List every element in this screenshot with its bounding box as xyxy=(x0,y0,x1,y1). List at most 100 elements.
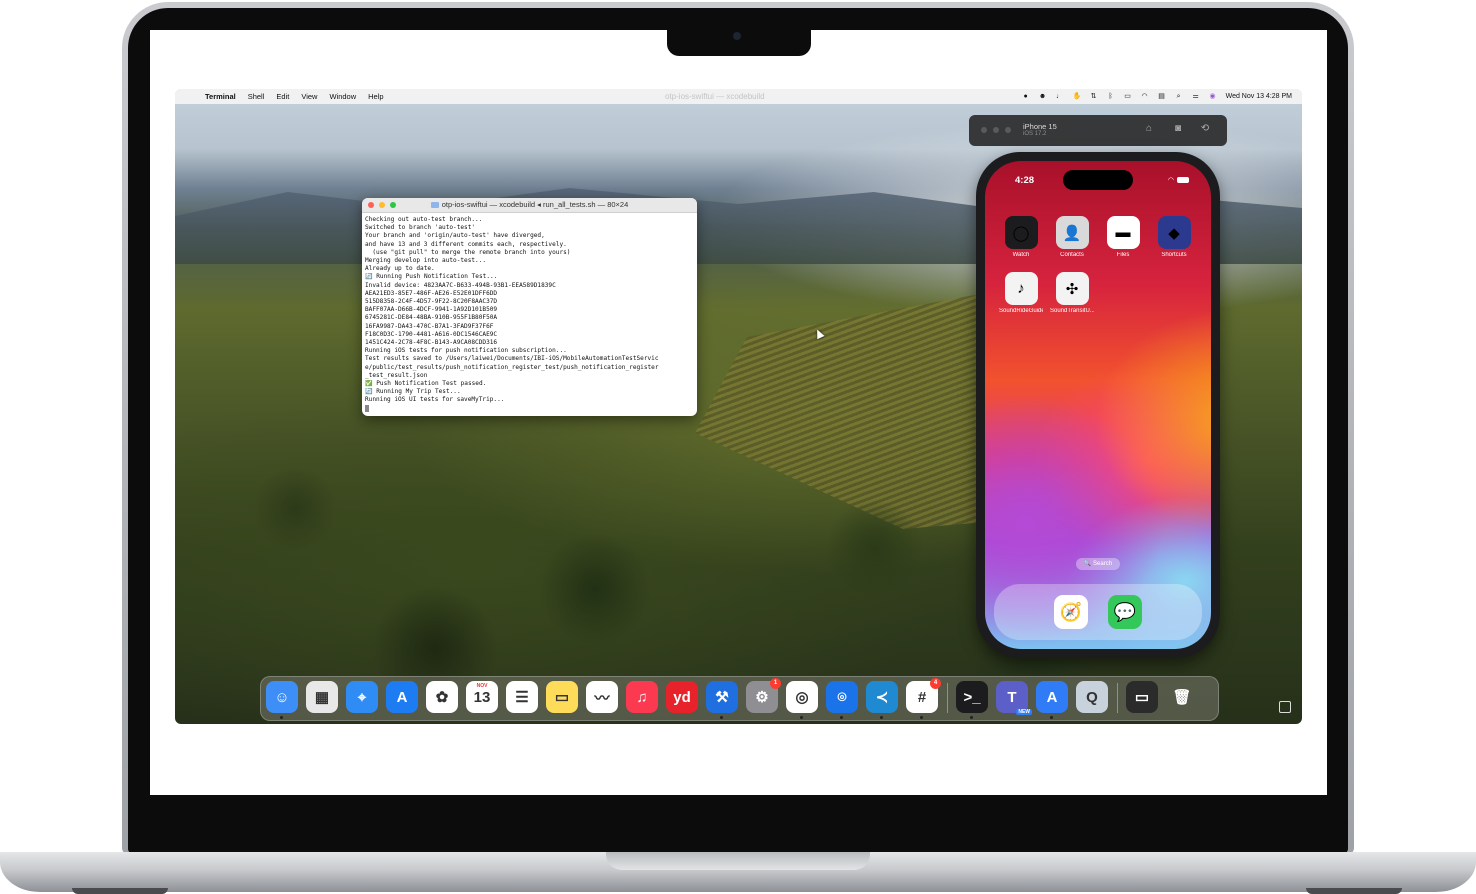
notification-badge: 1 xyxy=(770,678,781,689)
messages-icon[interactable]: 💬 xyxy=(1108,595,1142,629)
app-store-icon[interactable]: A xyxy=(386,681,418,713)
iphone-home-screen[interactable]: 4:28 ◠ ◯ Watch 👤 Contacts ▬ Files ◆ Shortcuts ♪ S… xyxy=(985,161,1211,649)
menu-edit[interactable]: Edit xyxy=(276,92,289,101)
youdao-icon[interactable]: yd xyxy=(666,681,698,713)
menu-view[interactable]: View xyxy=(301,92,317,101)
keyboard-icon[interactable]: ▤ xyxy=(1158,93,1166,101)
battery-icon xyxy=(1177,177,1189,184)
rotate-icon[interactable]: ⟲ xyxy=(1199,123,1211,135)
bluetooth-icon[interactable]: ᛒ xyxy=(1107,93,1115,101)
safari-icon[interactable]: ⌖ xyxy=(346,681,378,713)
youdao-glyph: yd xyxy=(673,688,691,706)
safari-icon[interactable]: 🧭 xyxy=(1054,595,1088,629)
soundrideguide-icon: ♪ xyxy=(1004,272,1038,305)
terminal-line: ✅ Push Notification Test passed. xyxy=(365,380,487,388)
terminal-output[interactable]: Checking out auto-test branch... Switched… xyxy=(362,213,697,416)
notification-badge: 4 xyxy=(930,678,941,689)
iphone-simulator[interactable]: 4:28 ◠ ◯ Watch 👤 Contacts ▬ Files ◆ Shortcuts ♪ S… xyxy=(976,152,1220,658)
reminders-glyph: ☰ xyxy=(515,689,529,706)
app-watch[interactable]: ◯ Watch xyxy=(999,216,1043,258)
wifi-icon[interactable]: ◠ xyxy=(1141,93,1149,101)
slack-icon[interactable]: #4 xyxy=(906,678,941,719)
menu-clock[interactable]: Wed Nov 13 4:28 PM xyxy=(1226,93,1292,100)
minimized-window-icon[interactable]: ▭ xyxy=(1126,681,1158,713)
dynamic-island xyxy=(1063,170,1133,190)
app-contacts[interactable]: 👤 Contacts xyxy=(1050,216,1094,258)
app-label: SoundTransitU... xyxy=(1050,308,1094,314)
menu-app-terminal[interactable]: Terminal xyxy=(205,92,236,101)
screenshot-icon[interactable]: ◙ xyxy=(1172,123,1184,135)
calendar-icon[interactable]: 13 NOV xyxy=(466,681,498,713)
menu-bar-faint-title: otp-ios-swiftui — xcodebuild xyxy=(665,92,765,101)
shortcuts-icon: ◆ xyxy=(1157,216,1191,249)
terminal-line: Invalid device: 4823AA7C-B633-494B-93B1-… xyxy=(365,281,556,289)
menu-help[interactable]: Help xyxy=(368,92,383,101)
launchpad-glyph: ▦ xyxy=(314,689,330,706)
sim-close-button[interactable] xyxy=(981,127,987,133)
terminal-line: Merging develop into auto-test... xyxy=(365,257,487,265)
transfer-icon[interactable]: ⇅ xyxy=(1090,93,1098,101)
screen-capture-icon[interactable] xyxy=(1279,701,1291,713)
watch-icon: ◯ xyxy=(1004,216,1038,249)
reminders-icon[interactable]: ☰ xyxy=(506,681,538,713)
dock: ☺ ▦ ⌖ A ✿ 13 NOV ☰ ▭ 〰 ♫ yd ⚒ ⚙ 1 ◎ ⌾ ≺ #4 >_ T NEW A Q ▭ 🗑 xyxy=(260,676,1219,721)
app-soundtransitu[interactable]: ✣ SoundTransitU... xyxy=(1050,272,1094,314)
maps-pin-icon[interactable]: ⌾ xyxy=(826,681,858,719)
notes-icon[interactable]: ▭ xyxy=(546,681,578,713)
home-search-pill[interactable]: 🔍 Search xyxy=(1076,558,1120,570)
battery-icon[interactable]: ▭ xyxy=(1124,93,1132,101)
terminal-icon[interactable]: >_ xyxy=(956,681,988,719)
terminal-window[interactable]: otp-ios-swiftui — xcodebuild ◂ run_all_t… xyxy=(362,198,697,416)
launchpad-icon[interactable]: ▦ xyxy=(306,681,338,713)
chrome-icon[interactable]: ◎ xyxy=(786,681,818,719)
face-icon[interactable]: ☻ xyxy=(1039,93,1047,101)
terminal-line: AEA21ED3-85E7-486F-AE26-E52E01DFF6DD xyxy=(365,289,498,297)
quicktime-icon[interactable]: Q xyxy=(1076,681,1108,713)
terminal-line: _test_result.json xyxy=(365,371,428,379)
vscode-icon[interactable]: ≺ xyxy=(866,681,898,719)
sim-minimize-button[interactable] xyxy=(993,127,999,133)
xcode-icon[interactable]: ⚒ xyxy=(706,681,738,719)
menu-shell[interactable]: Shell xyxy=(248,92,265,101)
photos-icon[interactable]: ✿ xyxy=(426,681,458,713)
spotlight-search-icon[interactable]: ⌕ xyxy=(1175,93,1183,101)
record-icon[interactable]: ● xyxy=(1022,93,1030,101)
terminal-title-bar[interactable]: otp-ios-swiftui — xcodebuild ◂ run_all_t… xyxy=(362,198,697,213)
finder-glyph: ☺ xyxy=(274,688,290,706)
app-shortcuts[interactable]: ◆ Shortcuts xyxy=(1152,216,1196,258)
iphone-dock: 🧭 💬 xyxy=(994,584,1202,640)
photos-glyph: ✿ xyxy=(435,689,449,706)
app-store-glyph: A xyxy=(396,688,408,706)
app-files[interactable]: ▬ Files xyxy=(1101,216,1145,258)
music-icon[interactable]: ♫ xyxy=(626,681,658,713)
simulator-icon[interactable]: A xyxy=(1036,681,1068,719)
finder-icon[interactable]: ☺ xyxy=(266,681,298,719)
camera-notch xyxy=(667,28,811,56)
terminal-line: (use "git pull" to merge the remote bran… xyxy=(365,248,571,256)
terminal-line: BAFF07AA-D66B-4DCF-9941-1A92D101B509 xyxy=(365,306,498,314)
home-icon[interactable]: ⌂ xyxy=(1143,123,1155,135)
menu-bar: Terminal Shell Edit View Window Help otp… xyxy=(175,89,1302,104)
running-indicator xyxy=(280,716,283,719)
system-settings-icon[interactable]: ⚙ 1 xyxy=(746,678,781,713)
control-center-icon[interactable]: ⚌ xyxy=(1192,93,1200,101)
trash-icon[interactable]: 🗑 xyxy=(1166,681,1198,713)
terminal-line: Running iOS tests for push notification … xyxy=(365,347,567,355)
new-tag: NEW xyxy=(1016,709,1032,715)
menu-window[interactable]: Window xyxy=(329,92,356,101)
freeform-icon[interactable]: 〰 xyxy=(586,681,618,713)
simulator-toolbar[interactable]: iPhone 15 iOS 17.2 ⌂ ◙ ⟲ xyxy=(969,115,1227,146)
soundtransitu-icon: ✣ xyxy=(1055,272,1089,305)
teams-icon[interactable]: T NEW xyxy=(996,681,1032,715)
sim-zoom-button[interactable] xyxy=(1005,127,1011,133)
app-label: Shortcuts xyxy=(1161,252,1187,258)
freeform-glyph: 〰 xyxy=(594,689,610,707)
microphone-icon[interactable]: ♩ xyxy=(1056,93,1064,101)
menu-extras: ● ☻ ♩ ✋ ⇅ ᛒ ▭ ◠ ▤ ⌕ ⚌ ◉ Wed Nov 13 4:28 … xyxy=(1022,93,1292,101)
terminal-line: Already up to date. xyxy=(365,265,435,273)
terminal-line: e/public/test_results/push_notification_… xyxy=(365,363,659,371)
app-soundrideguide[interactable]: ♪ SoundRideGuide xyxy=(999,272,1043,314)
siri-icon[interactable]: ◉ xyxy=(1209,93,1217,101)
hand-icon[interactable]: ✋ xyxy=(1073,93,1082,101)
terminal-line: Running iOS UI tests for saveMyTrip... xyxy=(365,396,505,404)
